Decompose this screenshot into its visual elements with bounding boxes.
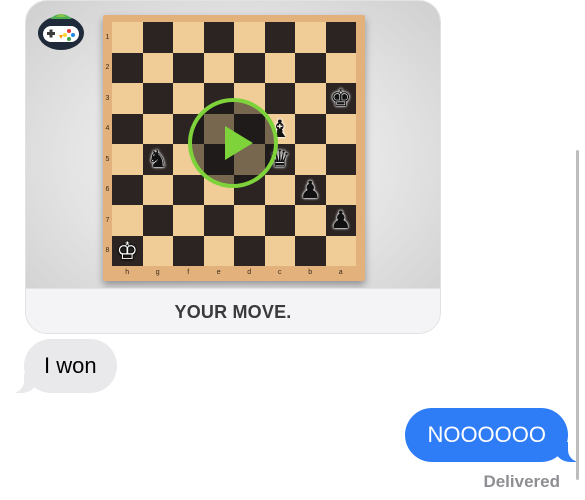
board-square — [264, 52, 295, 83]
board-square — [325, 144, 356, 175]
board-square — [325, 52, 356, 83]
file-label: g — [155, 268, 160, 276]
board-square — [325, 113, 356, 144]
rank-labels: 1 2 3 4 5 6 7 8 — [103, 22, 112, 266]
board-square: ♔ — [112, 235, 143, 266]
incoming-message-bubble[interactable]: I won — [6, 339, 117, 393]
rank-label: 6 — [105, 186, 110, 194]
rank-label: 5 — [105, 155, 110, 163]
board-square — [203, 205, 234, 236]
board-square — [295, 22, 326, 53]
board-square — [264, 22, 295, 53]
board-square — [173, 235, 204, 266]
board-square — [112, 22, 143, 53]
board-square — [264, 235, 295, 266]
board-square — [325, 22, 356, 53]
board-square — [142, 113, 173, 144]
board-square — [142, 205, 173, 236]
black-king-icon: ♚ — [329, 84, 352, 113]
board-square — [112, 144, 143, 175]
board-square — [173, 174, 204, 205]
board-square: ♚ — [325, 83, 356, 114]
board-square — [295, 52, 326, 83]
board-square — [173, 52, 204, 83]
board-square — [203, 52, 234, 83]
file-labels: hgfedcba — [112, 267, 356, 277]
board-square — [112, 83, 143, 114]
board-square — [325, 235, 356, 266]
board-square — [142, 52, 173, 83]
file-label: e — [216, 268, 221, 276]
board-square — [142, 235, 173, 266]
board-square — [295, 83, 326, 114]
file-label: a — [338, 268, 343, 276]
board-square — [112, 205, 143, 236]
board-square — [295, 144, 326, 175]
board-square — [264, 205, 295, 236]
message-text: NOOOOOO — [427, 422, 546, 447]
board-square — [234, 235, 265, 266]
board-square — [234, 205, 265, 236]
file-label: f — [187, 268, 190, 276]
rank-label: 7 — [105, 216, 110, 224]
bubble-tail — [6, 373, 38, 393]
board-square — [234, 52, 265, 83]
board-square: ♟ — [295, 174, 326, 205]
rank-label: 1 — [105, 33, 110, 41]
board-square — [203, 235, 234, 266]
board-square — [295, 205, 326, 236]
rank-label: 2 — [105, 64, 110, 72]
board-square: ♟ — [325, 205, 356, 236]
outgoing-message-bubble[interactable]: NOOOOOO — [405, 408, 585, 462]
board-square — [325, 174, 356, 205]
game-caption: YOUR MOVE. — [26, 288, 440, 333]
board-square — [173, 83, 204, 114]
rank-label: 8 — [105, 247, 110, 255]
board-square — [173, 205, 204, 236]
game-message-card[interactable]: 12345678 ♚ ♝ ♞ ♛ ♟ ♟ ♔ hgfedcba YOUR MOVE. — [25, 0, 441, 334]
board-square — [234, 22, 265, 53]
board-square — [295, 235, 326, 266]
black-pawn-icon: ♟ — [299, 175, 321, 204]
board-square — [203, 22, 234, 53]
file-label: b — [308, 268, 313, 276]
board-square — [142, 83, 173, 114]
board-square — [295, 113, 326, 144]
black-knight-icon: ♞ — [146, 145, 169, 174]
play-icon[interactable] — [188, 98, 278, 188]
board-square — [112, 174, 143, 205]
rank-label: 4 — [105, 125, 110, 133]
board-square — [264, 174, 295, 205]
board-square: ♞ — [142, 144, 173, 175]
black-pawn-icon: ♟ — [329, 206, 352, 235]
board-square — [112, 52, 143, 83]
message-text: I won — [44, 353, 97, 378]
file-label: h — [125, 268, 130, 276]
file-label: d — [247, 268, 252, 276]
game-controller-parrot-icon — [38, 14, 84, 50]
bubble-tail — [554, 442, 585, 462]
board-square — [264, 83, 295, 114]
file-label: c — [278, 268, 282, 276]
board-square — [173, 22, 204, 53]
scrollbar[interactable] — [576, 150, 579, 480]
rank-label: 3 — [105, 94, 110, 102]
board-square — [142, 174, 173, 205]
board-square — [112, 113, 143, 144]
white-king-icon: ♔ — [116, 236, 138, 265]
board-square — [142, 22, 173, 53]
game-preview[interactable]: 12345678 ♚ ♝ ♞ ♛ ♟ ♟ ♔ hgfedcba — [26, 1, 440, 288]
delivered-status: Delivered — [483, 472, 560, 491]
